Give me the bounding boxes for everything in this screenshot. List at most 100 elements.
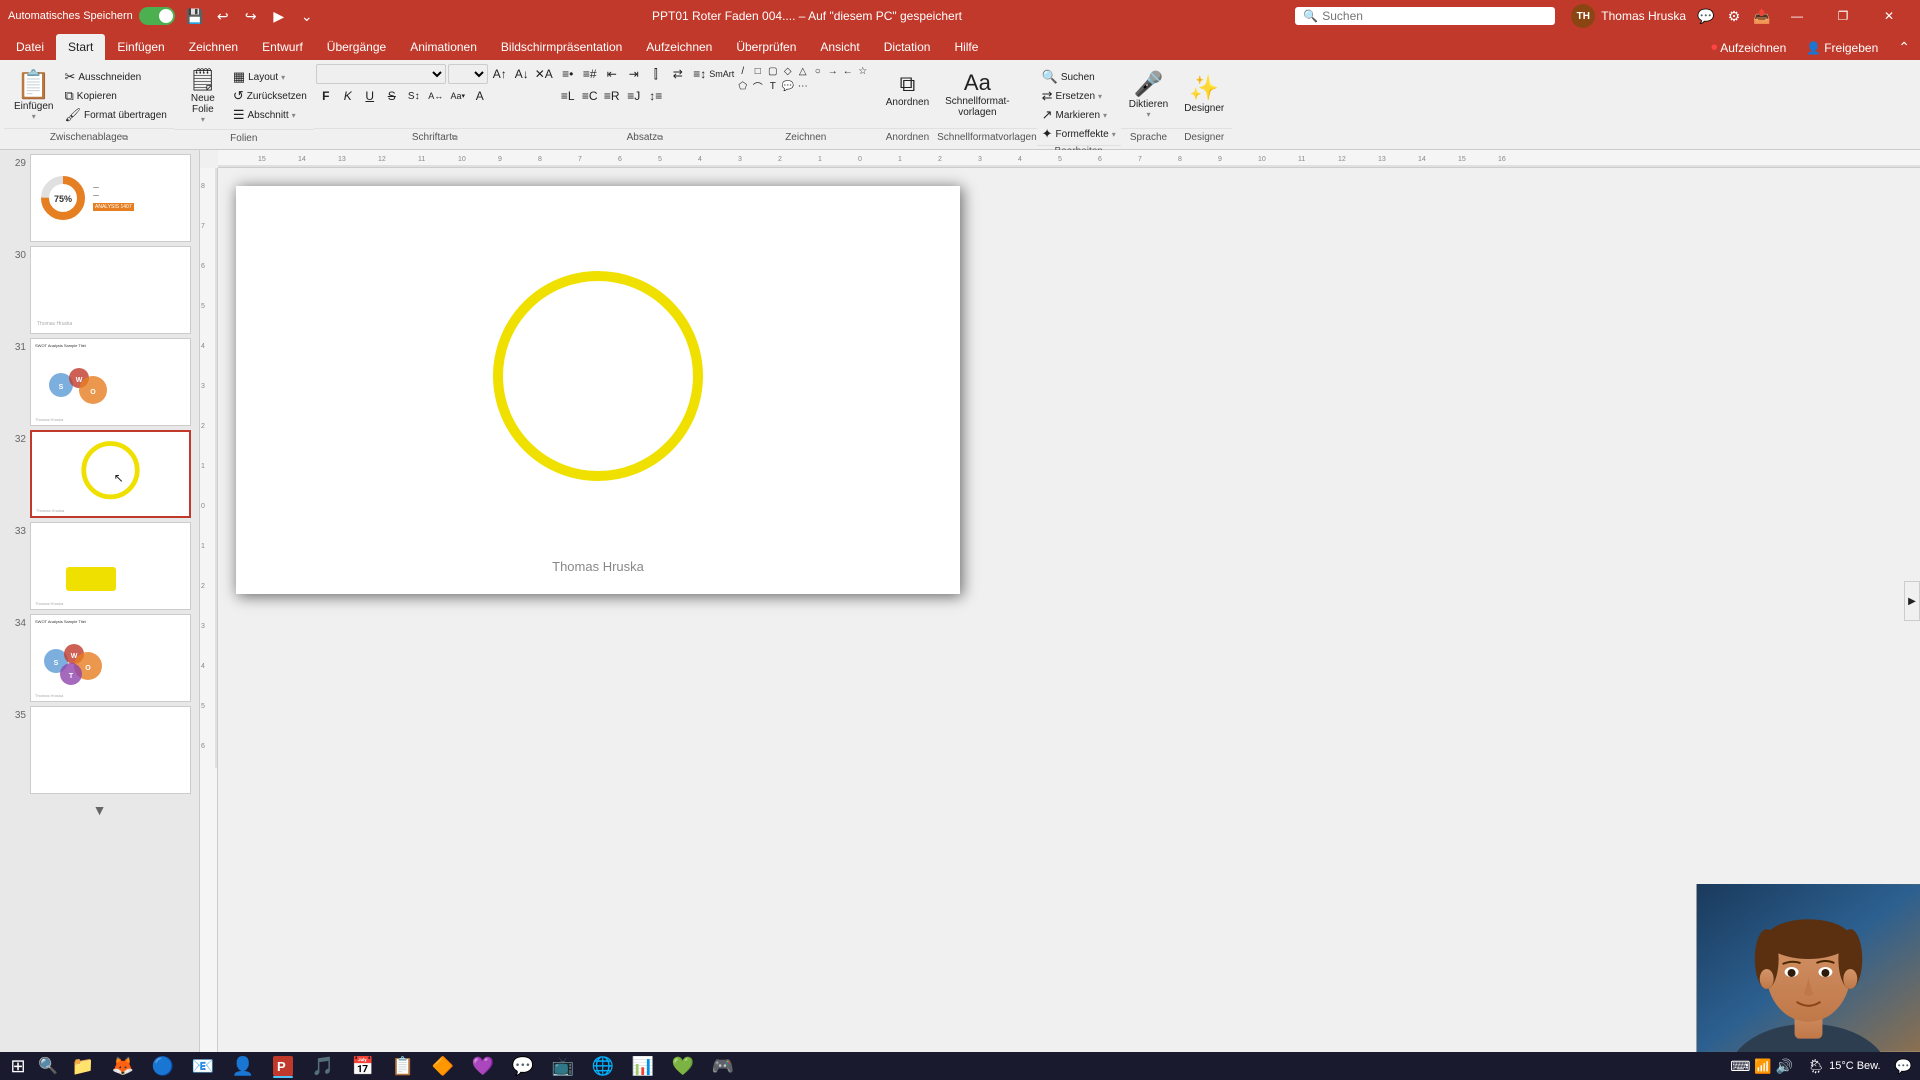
shape-diamond[interactable]: ◇ xyxy=(781,64,795,78)
replace-btn[interactable]: ⇄ Ersetzen ▾ xyxy=(1039,87,1119,105)
shape-star[interactable]: ☆ xyxy=(856,64,870,78)
format-copy-btn[interactable]: 🖌 Format übertragen xyxy=(61,106,169,124)
text-direction-btn[interactable]: ⇄ xyxy=(668,64,688,84)
group-designer-label[interactable]: Designer xyxy=(1176,128,1232,146)
columns-btn[interactable]: ⫿ xyxy=(646,64,666,84)
tab-entwurf[interactable]: Entwurf xyxy=(250,34,315,60)
taskbar-teams[interactable]: 💜 xyxy=(464,1053,502,1079)
tab-dictation[interactable]: Dictation xyxy=(872,34,943,60)
more-icon[interactable]: ⌄ xyxy=(295,4,319,28)
align-left-btn[interactable]: ≡L xyxy=(558,86,578,106)
tab-datei[interactable]: Datei xyxy=(4,34,56,60)
slide-thumb-35[interactable]: 35 xyxy=(8,706,191,794)
scroll-down-btn[interactable]: ▼ xyxy=(0,798,199,822)
new-slide-btn[interactable]: 🗒 NeueFolie ▾ xyxy=(178,64,228,127)
shape-arrow-right[interactable]: → xyxy=(826,64,840,78)
slide-img-35[interactable] xyxy=(30,706,191,794)
italic-btn[interactable]: K xyxy=(338,86,358,106)
chat-icon[interactable]: 💬 xyxy=(1694,4,1718,28)
shape-triangle[interactable]: △ xyxy=(796,64,810,78)
search-taskbar-btn[interactable]: 🔍 xyxy=(34,1053,62,1079)
align-center-btn[interactable]: ≡C xyxy=(580,86,600,106)
spacing-btn[interactable]: A↔ xyxy=(426,86,446,106)
slide-img-33[interactable]: Thomas Hruska xyxy=(30,522,191,610)
taskbar-explorer[interactable]: 📁 xyxy=(64,1053,102,1079)
group-schriftart-label[interactable]: Schriftart ⧉ xyxy=(314,128,556,146)
taskbar-game[interactable]: 🎮 xyxy=(704,1053,742,1079)
diktieren-btn[interactable]: 🎤 Diktieren ▾ xyxy=(1123,64,1174,124)
shape-pentagon[interactable]: ⬠ xyxy=(736,79,750,93)
align-justify-btn[interactable]: ≡J xyxy=(624,86,644,106)
close-btn[interactable]: ✕ xyxy=(1866,0,1912,32)
slide-img-31[interactable]: SWOT Analysis Sample Titel S W O Thomas … xyxy=(30,338,191,426)
tab-animationen[interactable]: Animationen xyxy=(398,34,489,60)
font-size-select[interactable] xyxy=(448,64,488,84)
cut-btn[interactable]: ✂ Ausschneiden xyxy=(61,68,169,86)
slide-thumb-32[interactable]: 32 ↖ Thomas Hruska xyxy=(8,430,191,518)
paste-dropdown[interactable]: ▾ xyxy=(32,112,36,121)
search-box[interactable]: 🔍 xyxy=(1295,7,1555,25)
shape-line[interactable]: / xyxy=(736,64,750,78)
search-btn[interactable]: 🔍 Suchen xyxy=(1039,68,1119,86)
group-absatz-label[interactable]: Absatz ⧉ xyxy=(556,128,734,146)
taskbar-firefox[interactable]: 🦊 xyxy=(104,1053,142,1079)
case-btn[interactable]: Aa▾ xyxy=(448,86,468,106)
scroll-down-icon[interactable]: ▼ xyxy=(93,802,107,818)
slide-img-29[interactable]: 75% — — ANALYSIS 1407 xyxy=(30,154,191,242)
group-schnellformat-label[interactable]: Schnellformatvorlagen xyxy=(937,128,1037,146)
group-zeichnen-label[interactable]: Zeichnen xyxy=(734,128,878,146)
underline-btn[interactable]: U xyxy=(360,86,380,106)
text-align-vert-btn[interactable]: ≡↕ xyxy=(690,64,710,84)
scroll-right-btn[interactable]: ▶ xyxy=(1904,581,1920,621)
shape-arrow-left[interactable]: ← xyxy=(841,64,855,78)
slide-thumb-29[interactable]: 29 75% — — ANALYSIS 1407 xyxy=(8,154,191,242)
shape-connector[interactable]: ⌒ xyxy=(751,79,765,93)
shape-callout[interactable]: 💬 xyxy=(781,79,795,93)
weather-widget[interactable]: 🌦 15°C Bew. xyxy=(1803,1058,1884,1075)
align-right-btn[interactable]: ≡R xyxy=(602,86,622,106)
record-btn[interactable]: ⏺ Aufzeichnen xyxy=(1701,36,1796,59)
diktieren-dropdown[interactable]: ▾ xyxy=(1146,110,1150,119)
shape-circle[interactable]: ○ xyxy=(811,64,825,78)
section-btn[interactable]: ☰ Abschnitt ▾ xyxy=(230,106,310,124)
tab-ueberpruefen[interactable]: Überprüfen xyxy=(724,34,808,60)
slide-thumb-31[interactable]: 31 SWOT Analysis Sample Titel S W O Thom… xyxy=(8,338,191,426)
bold-btn[interactable]: F xyxy=(316,86,336,106)
taskbar-edge[interactable]: 🌐 xyxy=(584,1053,622,1079)
shape-textbox[interactable]: T xyxy=(766,79,780,93)
shape-rect[interactable]: □ xyxy=(751,64,765,78)
redo-icon[interactable]: ↪ xyxy=(239,4,263,28)
slide-img-30[interactable]: Thomas Hruska xyxy=(30,246,191,334)
save-icon[interactable]: 💾 xyxy=(183,4,207,28)
designer-btn[interactable]: ✨ Designer xyxy=(1178,64,1230,124)
tab-bildschirm[interactable]: Bildschirmpräsentation xyxy=(489,34,634,60)
font-color-btn[interactable]: A xyxy=(470,86,490,106)
minimize-btn[interactable]: — xyxy=(1774,0,1820,32)
taskbar-outlook[interactable]: 📧 xyxy=(184,1053,222,1079)
strikethrough-btn[interactable]: S xyxy=(382,86,402,106)
font-family-select[interactable] xyxy=(316,64,446,84)
taskbar-excel[interactable]: 📊 xyxy=(624,1053,662,1079)
taskbar-app18[interactable]: 💚 xyxy=(664,1053,702,1079)
slide-thumb-33[interactable]: 33 Thomas Hruska xyxy=(8,522,191,610)
list-bullet-btn[interactable]: ≡• xyxy=(558,64,578,84)
system-clock[interactable]: 💬 xyxy=(1891,1058,1916,1075)
share-btn[interactable]: 👤 Freigeben xyxy=(1796,37,1888,59)
shape-more[interactable]: ⋯ xyxy=(796,79,810,93)
maximize-btn[interactable]: ❐ xyxy=(1820,0,1866,32)
settings-icon[interactable]: ⚙ xyxy=(1722,4,1746,28)
increase-indent-btn[interactable]: ⇥ xyxy=(624,64,644,84)
slide-img-32[interactable]: ↖ Thomas Hruska xyxy=(30,430,191,518)
taskbar-chat[interactable]: 💬 xyxy=(504,1053,542,1079)
list-number-btn[interactable]: ≡# xyxy=(580,64,600,84)
user-avatar[interactable]: TH xyxy=(1571,4,1595,28)
tab-einfuegen[interactable]: Einfügen xyxy=(105,34,176,60)
convert-smartart-btn[interactable]: SmArt xyxy=(712,64,732,84)
slide-thumb-30[interactable]: 30 Thomas Hruska xyxy=(8,246,191,334)
group-sprache-label[interactable]: Sprache xyxy=(1121,128,1176,146)
tab-hilfe[interactable]: Hilfe xyxy=(942,34,990,60)
taskbar-notepad[interactable]: 📋 xyxy=(384,1053,422,1079)
tab-uebergaenge[interactable]: Übergänge xyxy=(315,34,398,60)
taskbar-chrome[interactable]: 🔵 xyxy=(144,1053,182,1079)
taskbar-person[interactable]: 👤 xyxy=(224,1053,262,1079)
